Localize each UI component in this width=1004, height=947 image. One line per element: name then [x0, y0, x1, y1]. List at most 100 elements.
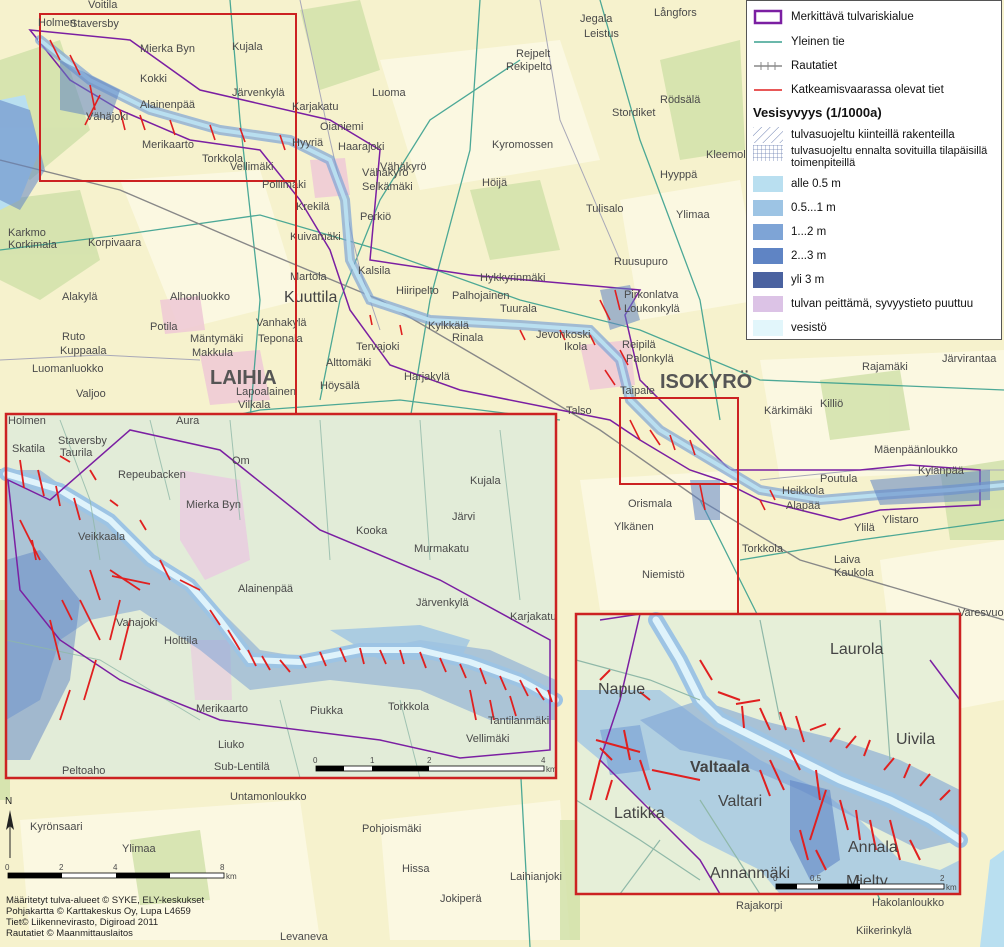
place-label: Sub-Lentilä — [214, 761, 271, 773]
legend-label: tulvasuojeltu kiinteillä rakenteilla — [791, 129, 955, 141]
legend-label: vesistö — [791, 322, 827, 334]
place-label: Vellimäki — [230, 161, 273, 173]
depth-swatch-icon — [753, 200, 783, 216]
inset-right: Laurola Napue Valtaala Uivila Latikka Va… — [575, 612, 968, 895]
place-label: Veikkaala — [78, 531, 126, 543]
legend-depth-title: Vesisyvyys (1/1000a) — [753, 105, 882, 120]
legend-item: 1...2 m — [753, 222, 826, 242]
legend-item: yli 3 m — [753, 270, 824, 290]
place-label: Perkiö — [360, 211, 391, 223]
place-label: Mäntymäki — [190, 333, 243, 345]
legend-label: 0.5...1 m — [791, 202, 836, 214]
place-label: Hissa — [402, 863, 430, 875]
scale-tick: 0 — [773, 874, 778, 883]
place-label: Laihianjoki — [510, 871, 562, 883]
place-label: Kalsila — [358, 265, 391, 277]
place-label: Staversby — [70, 18, 119, 30]
scale-tick: 1 — [370, 756, 375, 765]
place-label: Ruto — [62, 331, 85, 343]
place-label: Vahajoki — [116, 617, 157, 629]
place-label: Selkämäki — [362, 181, 413, 193]
place-label: Tantilanmäki — [488, 715, 549, 727]
place-label: Ylimaa — [676, 209, 711, 221]
place-label: Mierka Byn — [186, 499, 241, 511]
depth-swatch-icon — [753, 248, 783, 264]
place-label: Rajamäki — [862, 361, 908, 373]
legend-label: tulvan peittämä, syvyystieto puuttuu — [791, 298, 974, 310]
place-label: Palhojainen — [452, 290, 510, 302]
place-label: Laiva — [834, 554, 861, 566]
legend-label: alle 0.5 m — [791, 178, 841, 190]
place-label: Mierka Byn — [140, 43, 195, 55]
place-label: Mäenpäänloukko — [874, 444, 958, 456]
legend-item: Rautatiet — [753, 56, 837, 76]
place-label: Murmakatu — [414, 543, 469, 555]
scale-tick: 0 — [5, 863, 10, 872]
place-label: Kyrönsaari — [30, 821, 83, 833]
place-label: Torkkola — [742, 543, 784, 555]
place-label: Järvenkylä — [232, 87, 285, 99]
place-label: Palonkylä — [626, 353, 675, 365]
place-label: Levaneva — [280, 931, 329, 943]
place-label: Repeubacken — [118, 469, 186, 481]
place-label: Luoma — [372, 87, 407, 99]
legend-item: Katkeamisvaarassa olevat tiet — [753, 80, 944, 100]
place-label: Rekipelto — [506, 61, 552, 73]
town-label: ISOKYRÖ — [660, 370, 752, 393]
north-label: N — [5, 796, 12, 807]
place-label: Tuurala — [500, 303, 538, 315]
place-label: Kokki — [140, 73, 167, 85]
place-label: Varesvuori — [958, 607, 1004, 619]
scale-unit: km — [226, 872, 237, 881]
place-label: Ikola — [564, 341, 588, 353]
depth-swatch-icon — [753, 224, 783, 240]
place-label: Kujala — [470, 475, 501, 487]
legend-item: 2...3 m — [753, 246, 826, 266]
scale-tick: 8 — [220, 863, 225, 872]
credit-line: Pohjakartta © Karttakeskus Oy, Lupa L465… — [6, 906, 191, 917]
scale-tick: 4 — [113, 863, 118, 872]
place-label: Latikka — [614, 805, 665, 822]
place-label: Laurola — [830, 641, 883, 658]
place-label: Valtaala — [690, 759, 750, 776]
place-label: Potila — [150, 321, 178, 333]
place-label: Ylistaro — [882, 514, 919, 526]
place-label: Kaukola — [834, 567, 875, 579]
place-label: Rejpelt — [516, 48, 550, 60]
place-label: Leistus — [584, 28, 619, 40]
place-label: Annala — [848, 839, 898, 856]
place-label: Karjakatu — [292, 101, 338, 113]
place-label: Oianiemi — [320, 121, 363, 133]
place-label: Poutula — [820, 473, 858, 485]
scale-tick: 1 — [856, 874, 861, 883]
place-label: Kylänpää — [918, 465, 965, 477]
place-label: Pollimäki — [262, 179, 306, 191]
depth-swatch-icon — [753, 320, 783, 336]
legend-label: 2...3 m — [791, 250, 827, 262]
place-label: Piukka — [310, 705, 344, 717]
place-label: Talso — [566, 405, 592, 417]
place-label: Staversby — [58, 435, 107, 447]
place-label: Alhonluokko — [170, 291, 230, 303]
railway-icon — [753, 58, 783, 74]
legend-label: yli 3 m — [791, 274, 825, 286]
place-label: Pohjoismäki — [362, 823, 421, 835]
place-label: Kyromossen — [492, 139, 553, 151]
place-label: Höysälä — [320, 380, 361, 392]
map-legend: Merkittävä tulvariskialue Yleinen tie Ra… — [746, 0, 1002, 340]
place-label: Krekilä — [296, 201, 331, 213]
scale-tick: 0 — [313, 756, 318, 765]
place-label: Järvenkylä — [416, 597, 469, 609]
place-label: Luomanluokko — [32, 363, 104, 375]
place-label: Haarajoki — [338, 141, 384, 153]
legend-label: tulvasuojeltu ennalta sovituilla tilapäi… — [791, 145, 988, 169]
credit-line: Määritetyt tulva-alueet © SYKE, ELY-kesk… — [6, 895, 205, 906]
hatch-swatch-icon — [753, 127, 783, 143]
road-line-icon — [753, 34, 783, 50]
place-label: Korkimala — [8, 239, 58, 251]
depth-swatch-icon — [753, 176, 783, 192]
place-label: Jegala — [580, 13, 613, 25]
place-label: Alapää — [786, 500, 821, 512]
legend-item: Merkittävä tulvariskialue — [753, 7, 914, 27]
place-label: Kuivamäki — [290, 231, 341, 243]
